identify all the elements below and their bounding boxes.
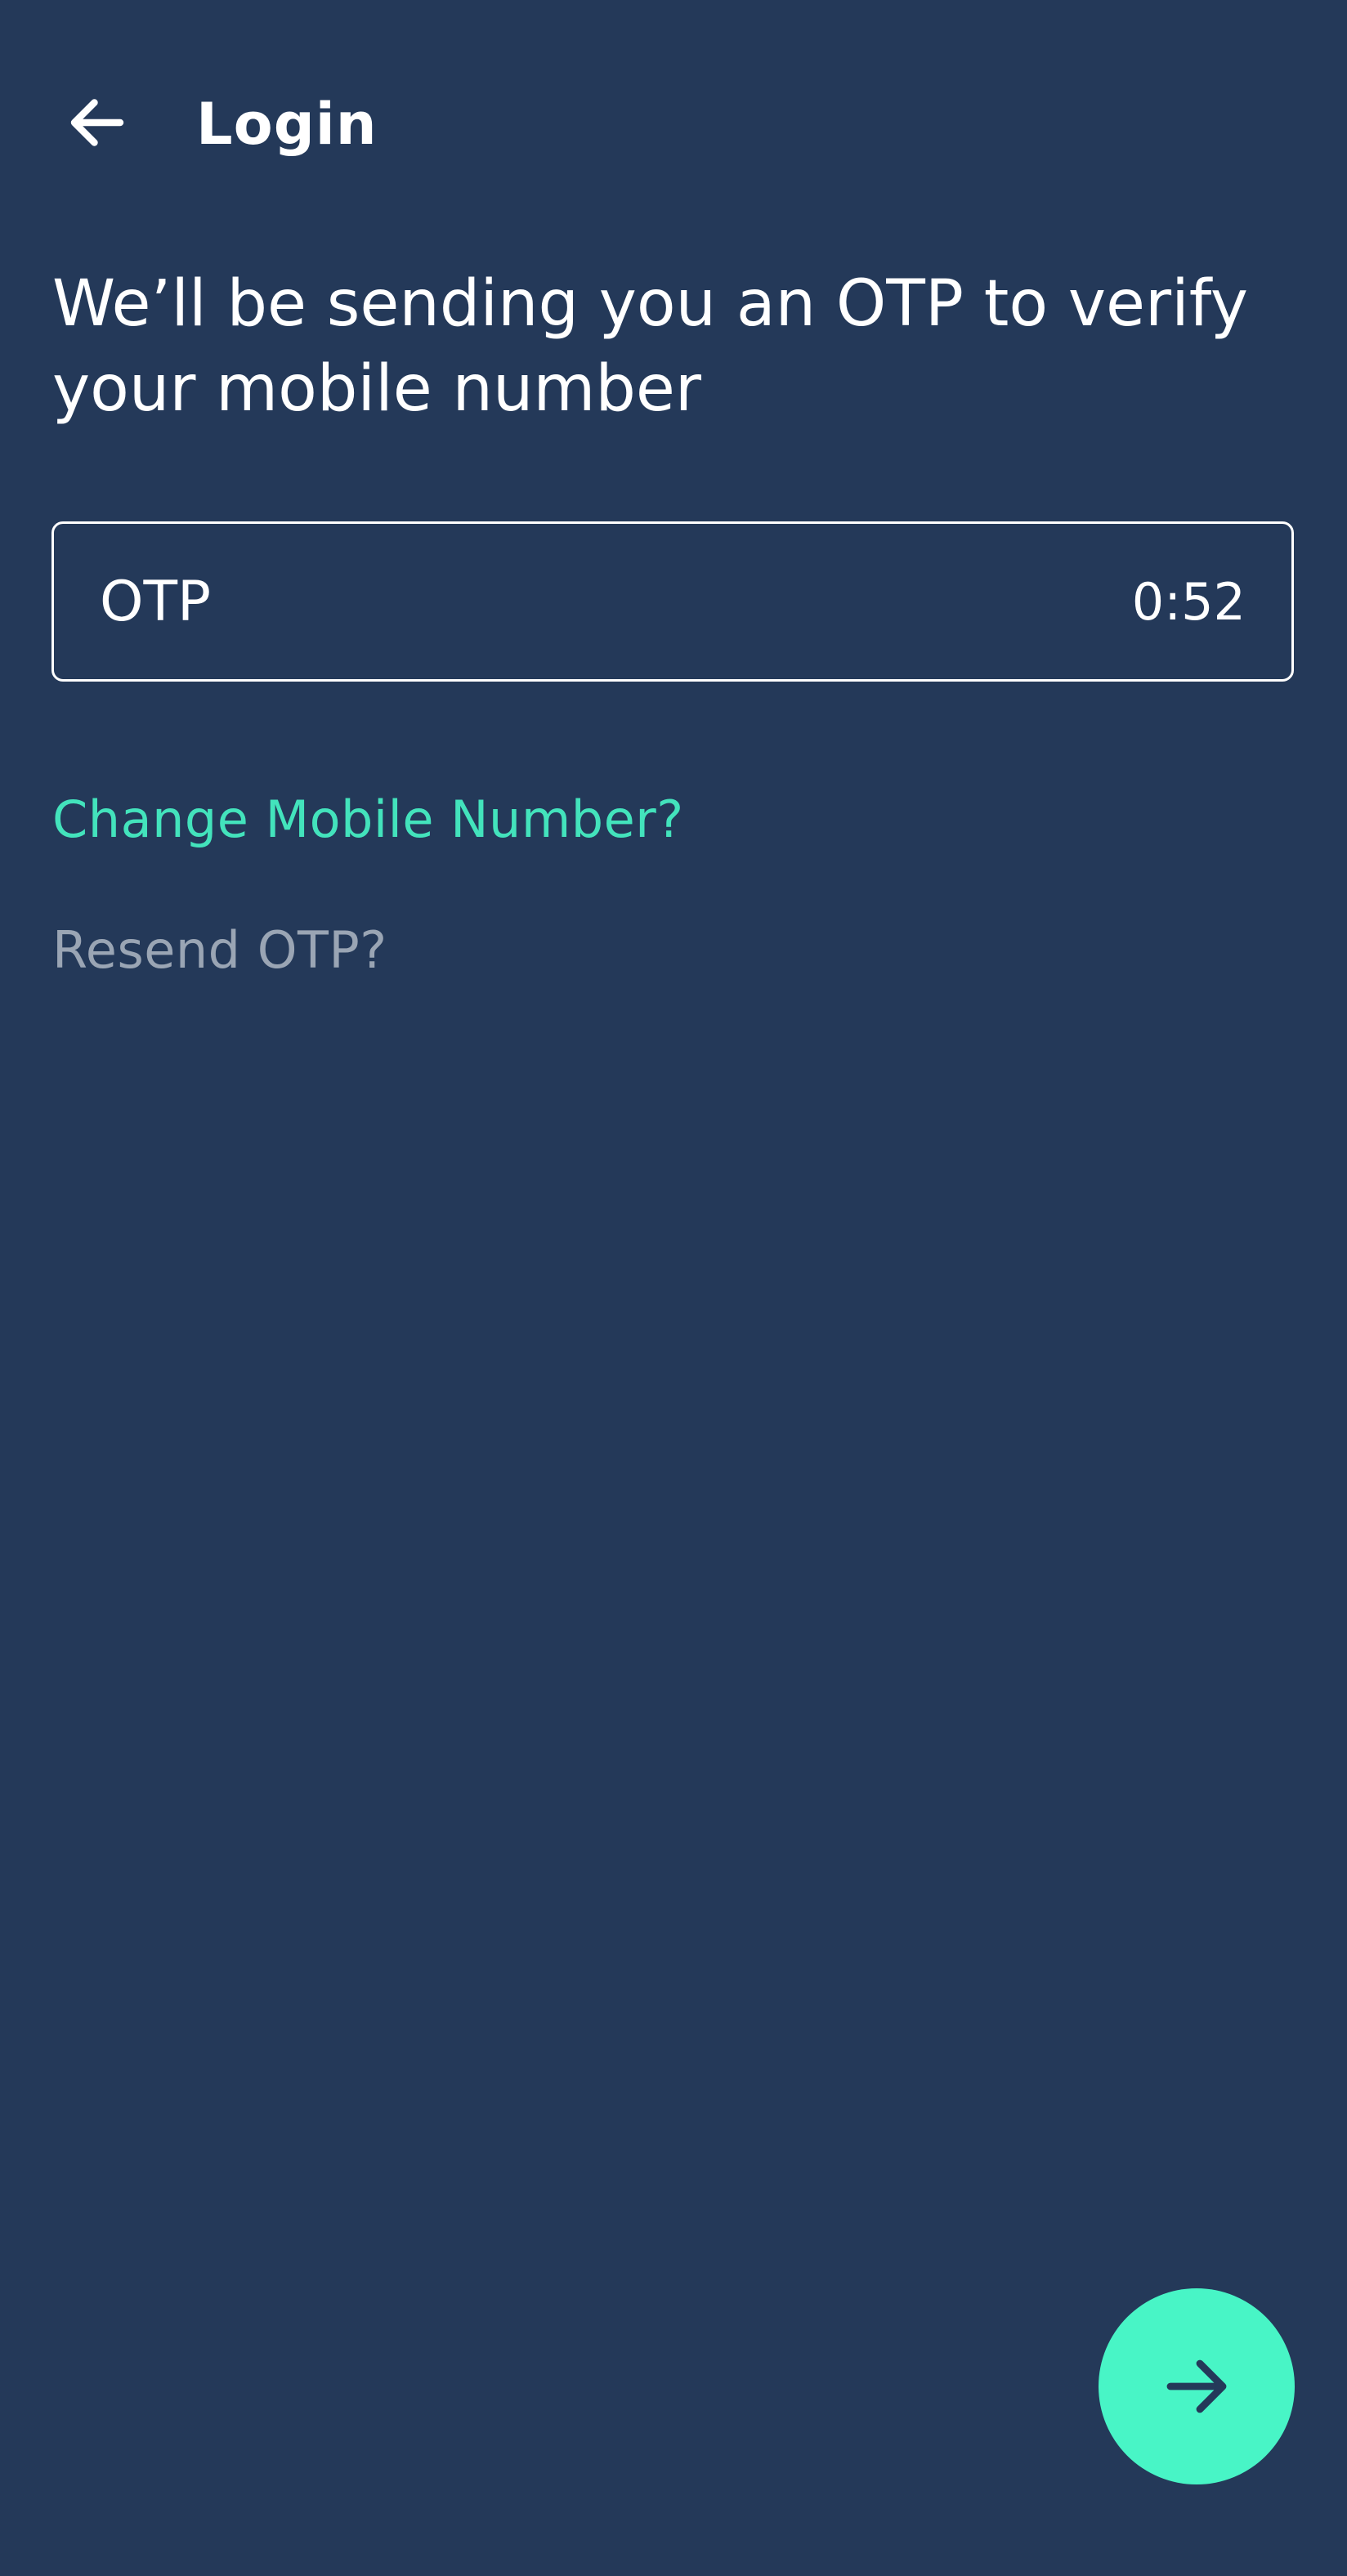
otp-instruction-text: We’ll be sending you an OTP to verify yo… — [52, 267, 1248, 426]
app-bar: Login — [0, 0, 1347, 245]
next-button[interactable] — [1099, 2288, 1295, 2484]
resend-otp-link[interactable]: Resend OTP? — [52, 914, 387, 987]
change-mobile-number-link[interactable]: Change Mobile Number? — [52, 783, 684, 856]
arrow-right-icon — [1166, 2359, 1227, 2413]
otp-field[interactable]: 0:52 — [51, 521, 1294, 682]
arrow-left-icon — [70, 99, 124, 146]
otp-countdown-timer: 0:52 — [1131, 571, 1246, 632]
otp-input[interactable] — [100, 569, 999, 634]
page-title: Login — [196, 91, 378, 158]
back-button[interactable] — [52, 82, 142, 163]
